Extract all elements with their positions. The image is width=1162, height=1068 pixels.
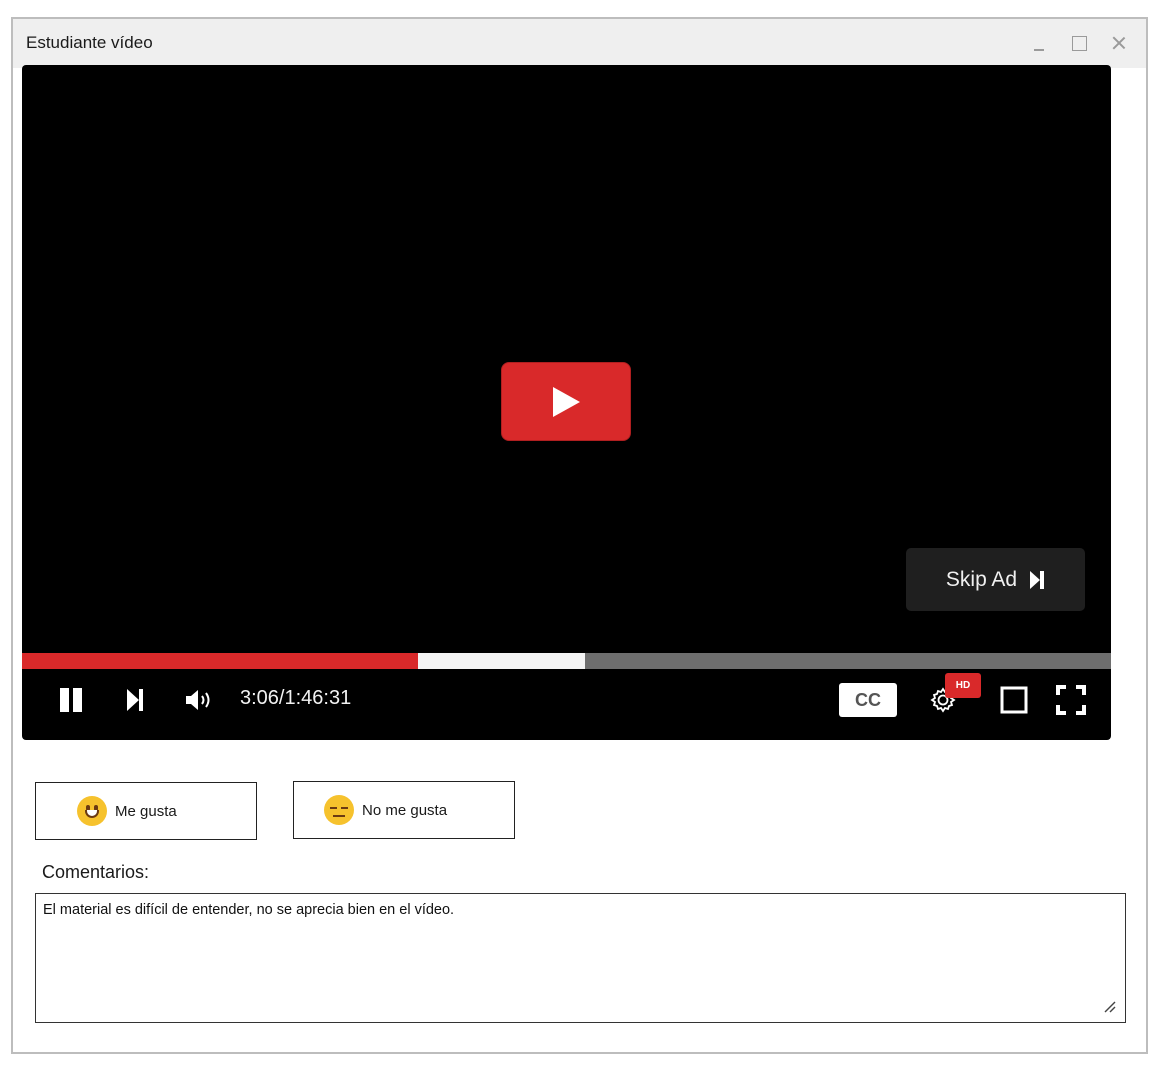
comments-label: Comentarios: [42, 862, 150, 882]
volume-button[interactable] [185, 683, 215, 717]
dislike-label: No me gusta [362, 801, 448, 819]
played-bar [22, 653, 419, 669]
hd-badge: HD [945, 673, 981, 698]
play-icon [553, 386, 580, 417]
minimize-button[interactable] [1028, 31, 1050, 55]
comments-value: El material es difícil de entender, no s… [43, 902, 455, 918]
like-button[interactable]: Me gusta [35, 782, 257, 840]
resize-grip-icon[interactable] [1104, 1001, 1116, 1013]
minimize-icon [1034, 49, 1044, 51]
video-player[interactable]: Skip Ad 3:06/1:46:31 CC HD [22, 65, 1111, 740]
big-play-button[interactable] [501, 362, 631, 441]
maximize-icon [1071, 35, 1087, 51]
next-icon [127, 689, 143, 711]
window-title: Estudiante vídeo [26, 33, 153, 52]
theater-mode-button[interactable] [998, 683, 1030, 717]
next-button[interactable] [122, 683, 148, 717]
theater-mode-icon [1000, 686, 1028, 714]
skip-ad-button[interactable]: Skip Ad [906, 548, 1085, 611]
neutral-emoji-icon [324, 795, 354, 825]
like-label: Me gusta [115, 802, 177, 820]
skip-ad-label: Skip Ad [945, 567, 1018, 591]
window-controls [1028, 31, 1130, 55]
dislike-button[interactable]: No me gusta [293, 781, 515, 839]
pause-icon [60, 688, 82, 712]
smile-emoji-icon [77, 796, 107, 826]
captions-button[interactable]: CC [839, 683, 897, 717]
progress-bar[interactable] [22, 653, 1111, 669]
pause-button[interactable] [56, 683, 86, 717]
time-display: 3:06/1:46:31 [240, 687, 352, 709]
comments-textarea[interactable]: El material es difícil de entender, no s… [35, 893, 1126, 1023]
maximize-button[interactable] [1068, 31, 1090, 55]
fullscreen-icon [1056, 685, 1086, 715]
fullscreen-button[interactable] [1054, 683, 1088, 717]
volume-icon [186, 690, 210, 710]
skip-icon [1030, 570, 1045, 589]
close-button[interactable] [1108, 31, 1130, 55]
close-icon [1112, 36, 1126, 50]
title-bar: Estudiante vídeo [13, 19, 1146, 68]
